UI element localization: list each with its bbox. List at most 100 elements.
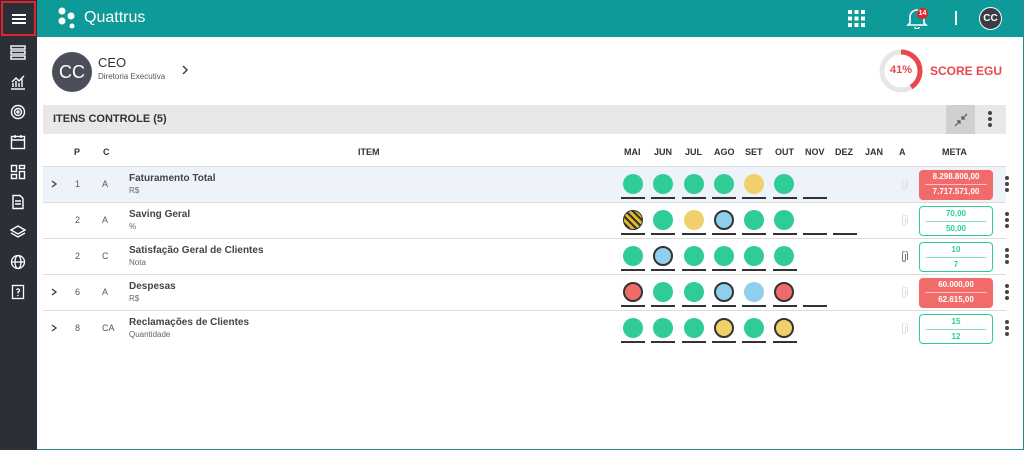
- status-dot[interactable]: [623, 174, 643, 194]
- status-dot[interactable]: [653, 174, 673, 194]
- status-dot[interactable]: [623, 282, 643, 302]
- table-row[interactable]: 2 A Saving Geral% 70,00 50,00: [43, 202, 1009, 238]
- table-row[interactable]: 8 CA Reclamações de Clientes Quantidade 15 12: [43, 310, 1009, 346]
- row-menu-icon[interactable]: [1005, 212, 1009, 230]
- month-underline: [711, 269, 736, 271]
- col-header-month: JUL: [685, 147, 703, 157]
- status-dot[interactable]: [684, 282, 704, 302]
- month-underline: [772, 269, 797, 271]
- status-dot[interactable]: [714, 246, 734, 266]
- meta-actual: 62.615,00: [938, 295, 974, 304]
- menu-button[interactable]: [1, 1, 36, 36]
- status-dot[interactable]: [684, 210, 704, 230]
- calendar-icon[interactable]: [10, 134, 26, 150]
- row-menu-icon[interactable]: [1005, 320, 1009, 338]
- item-unit: %: [129, 222, 137, 231]
- notification-badge: 14: [917, 8, 928, 19]
- section-title: ITENS CONTROLE (5): [53, 113, 167, 125]
- status-dot[interactable]: [774, 282, 794, 302]
- meta-box[interactable]: 8.298.800,00 7.717.571,00: [919, 170, 993, 200]
- item-name[interactable]: Despesas: [129, 281, 176, 292]
- month-underline: [621, 269, 645, 271]
- status-dot[interactable]: [684, 318, 704, 338]
- collapse-button[interactable]: [946, 105, 975, 134]
- dashboard-icon[interactable]: [10, 164, 26, 180]
- col-header-meta: META: [942, 147, 967, 157]
- meta-box[interactable]: 10 7: [919, 242, 993, 272]
- item-name[interactable]: Satisfação Geral de Clientes: [129, 245, 264, 256]
- help-book-icon[interactable]: [10, 284, 26, 300]
- status-dot[interactable]: [774, 246, 794, 266]
- section-menu-icon[interactable]: [988, 111, 992, 129]
- status-dot[interactable]: [714, 210, 734, 230]
- status-dot[interactable]: [623, 246, 643, 266]
- month-underline: [651, 233, 676, 235]
- status-dot[interactable]: [684, 174, 704, 194]
- row-priority: 8: [75, 323, 81, 333]
- status-dot[interactable]: [653, 318, 673, 338]
- row-menu-icon[interactable]: [1005, 284, 1009, 302]
- meta-box[interactable]: 15 12: [919, 314, 993, 344]
- month-underline: [711, 305, 736, 307]
- month-underline: [681, 197, 706, 199]
- section-header: ITENS CONTROLE (5): [43, 105, 1006, 134]
- row-menu-icon[interactable]: [1005, 176, 1009, 194]
- globe-icon[interactable]: [10, 254, 26, 270]
- meta-box[interactable]: 60.000,00 62.615,00: [919, 278, 993, 308]
- status-dot[interactable]: [653, 210, 673, 230]
- attachment-icon[interactable]: [900, 287, 908, 299]
- month-underline: [742, 197, 767, 199]
- month-underline: [772, 305, 797, 307]
- list-icon[interactable]: [10, 44, 26, 60]
- sidebar: [0, 0, 37, 450]
- status-dot[interactable]: [774, 210, 794, 230]
- status-dot[interactable]: [623, 318, 643, 338]
- layers-icon[interactable]: [10, 224, 26, 240]
- meta-box[interactable]: 70,00 50,00: [919, 206, 993, 236]
- status-dot[interactable]: [744, 174, 764, 194]
- status-dot[interactable]: [653, 246, 673, 266]
- expand-chevron-icon[interactable]: [50, 180, 58, 188]
- status-dot[interactable]: [714, 282, 734, 302]
- status-dot[interactable]: [684, 246, 704, 266]
- status-dot[interactable]: [744, 282, 764, 302]
- attachment-icon[interactable]: [900, 323, 908, 335]
- row-menu-icon[interactable]: [1005, 248, 1009, 266]
- item-name[interactable]: Reclamações de Clientes: [129, 317, 249, 328]
- status-dot[interactable]: [714, 174, 734, 194]
- col-header-month: NOV: [805, 147, 825, 157]
- status-dot[interactable]: [774, 174, 794, 194]
- item-unit: Nota: [129, 258, 146, 267]
- status-dot[interactable]: [744, 210, 764, 230]
- chevron-right-icon[interactable]: [181, 65, 189, 75]
- month-underline: [772, 233, 797, 235]
- month-underline: [681, 269, 706, 271]
- attachment-icon[interactable]: [900, 179, 908, 191]
- status-dot[interactable]: [774, 318, 794, 338]
- table-row[interactable]: 2 C Satisfação Geral de Clientes Nota 10 7: [43, 238, 1009, 274]
- item-name[interactable]: Saving Geral: [129, 209, 190, 220]
- user-avatar[interactable]: CC: [979, 7, 1002, 30]
- month-underline: [711, 341, 736, 343]
- table-row[interactable]: 6 A Despesas R$ 60.000,00 62.615,00: [43, 274, 1009, 310]
- attachment-icon[interactable]: [900, 215, 908, 227]
- month-underline: [681, 341, 706, 343]
- meta-target: 15: [951, 317, 961, 326]
- expand-chevron-icon[interactable]: [50, 288, 58, 296]
- chart-icon[interactable]: [10, 74, 26, 90]
- meta-target: 8.298.800,00: [932, 172, 980, 181]
- table-row[interactable]: 1 A Faturamento Total R$ 8.298.800,00 7.717.5…: [43, 166, 1009, 202]
- apps-grid-icon[interactable]: [848, 10, 865, 27]
- attachment-icon[interactable]: [900, 251, 908, 263]
- status-dot[interactable]: [744, 246, 764, 266]
- month-underline: [742, 305, 767, 307]
- status-dot[interactable]: [653, 282, 673, 302]
- item-name[interactable]: Faturamento Total: [129, 173, 215, 184]
- expand-chevron-icon[interactable]: [50, 324, 58, 332]
- target-icon[interactable]: [10, 104, 26, 120]
- meta-actual: 12: [951, 332, 961, 341]
- document-icon[interactable]: [10, 194, 26, 210]
- status-dot[interactable]: [623, 210, 643, 230]
- status-dot[interactable]: [744, 318, 764, 338]
- status-dot[interactable]: [714, 318, 734, 338]
